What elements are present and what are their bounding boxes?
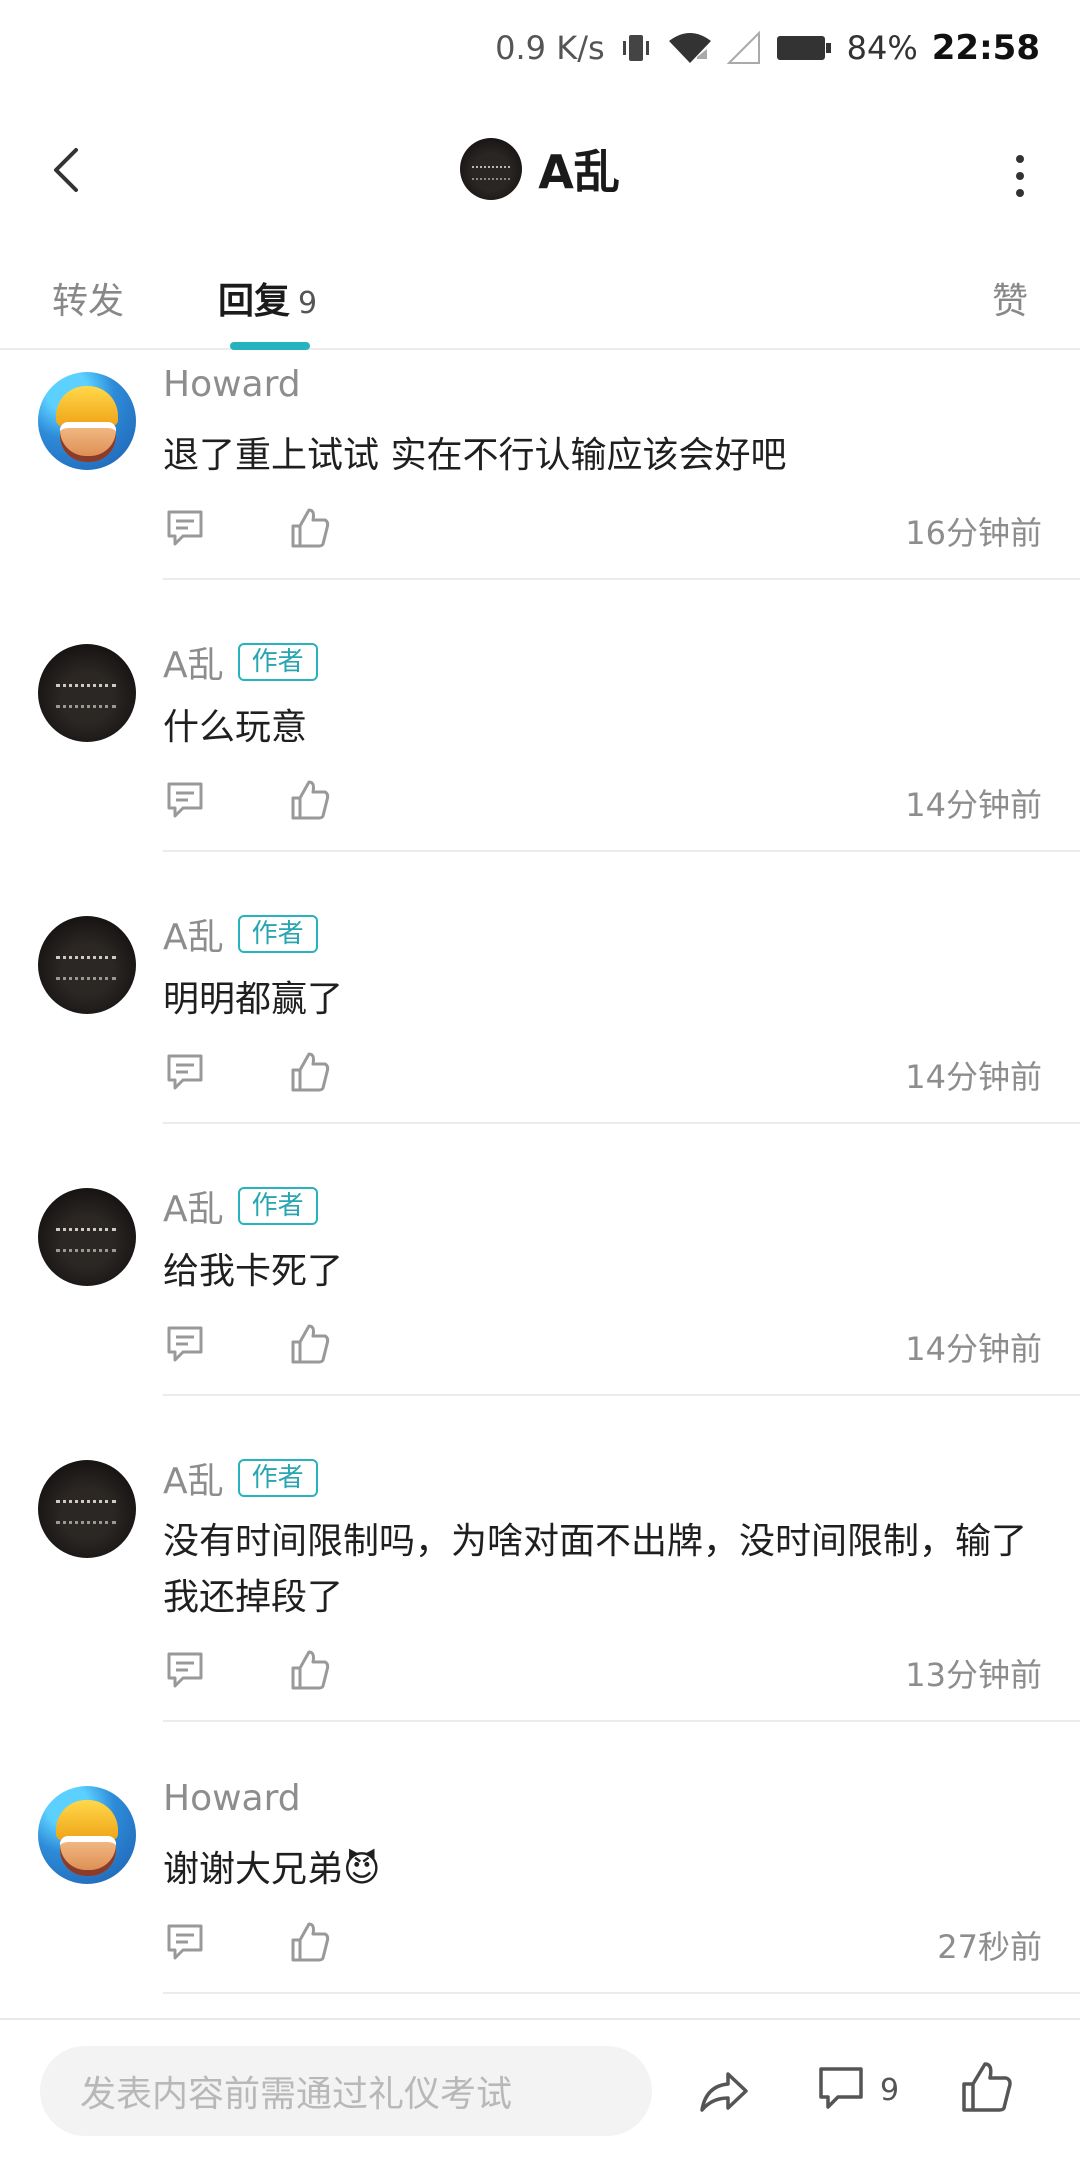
author-badge: 作者: [237, 643, 318, 681]
comment-author-line: A乱 作者: [163, 636, 318, 688]
comment-text: 谢谢大兄弟😈: [163, 1849, 381, 1890]
thumbs-up-icon[interactable]: [287, 1050, 335, 1098]
comment-author-line: Howard: [163, 1778, 301, 1819]
share-icon[interactable]: [696, 2064, 752, 2120]
comment-author-name[interactable]: A乱: [163, 1452, 224, 1504]
comment-time: 14分钟前: [905, 1330, 1042, 1368]
clock: 22:58: [931, 28, 1040, 68]
divider: [163, 1992, 1080, 1994]
header: A乱: [0, 110, 1080, 230]
bottom-bar: 发表内容前需通过礼仪考试 9: [0, 2018, 1080, 2160]
battery-level: 84%: [846, 29, 918, 67]
battery-icon: [775, 33, 833, 63]
tab-reply-label: 回复: [218, 281, 291, 322]
page-title: A乱: [538, 145, 620, 199]
tab-active-indicator: [230, 342, 310, 350]
comment-author-name[interactable]: Howard: [163, 1778, 301, 1819]
comment-text: 没有时间限制吗，为啥对面不出牌，没时间限制，输了我还掉段了: [163, 1521, 1028, 1618]
thumbs-up-icon[interactable]: [287, 1648, 335, 1696]
reply-icon[interactable]: [163, 1920, 211, 1968]
comment-time: 16分钟前: [905, 514, 1042, 552]
avatar[interactable]: [38, 372, 136, 470]
avatar[interactable]: [38, 916, 136, 1014]
avatar[interactable]: [38, 1786, 136, 1884]
author-badge: 作者: [237, 915, 318, 953]
comment-author-line: Howard: [163, 364, 301, 405]
thumbs-up-icon[interactable]: [287, 506, 335, 554]
status-bar: 0.9 K/s 84% 22:58: [0, 0, 1080, 96]
avatar[interactable]: [38, 1460, 136, 1558]
comment-time: 14分钟前: [905, 786, 1042, 824]
avatar[interactable]: [460, 138, 523, 200]
comment-author-line: A乱 作者: [163, 1452, 318, 1504]
comment-actions: 13分钟前: [163, 1648, 1042, 1696]
comment-author-line: A乱 作者: [163, 1180, 318, 1232]
network-speed: 0.9 K/s: [495, 29, 605, 67]
comment-item: Howard 退了重上试试 实在不行认输应该会好吧 16分钟前: [0, 352, 1080, 580]
comment-time: 27秒前: [937, 1928, 1042, 1966]
comment-actions: 14分钟前: [163, 1050, 1042, 1098]
avatar[interactable]: [38, 1188, 136, 1286]
comment-text: 退了重上试试 实在不行认输应该会好吧: [163, 435, 787, 476]
more-vertical-icon[interactable]: [1000, 146, 1040, 206]
comment-time: 13分钟前: [905, 1656, 1042, 1694]
comment-actions: 14分钟前: [163, 1322, 1042, 1370]
comment-author-name[interactable]: Howard: [163, 364, 301, 405]
comment-text: 什么玩意: [163, 707, 308, 748]
thumbs-up-icon[interactable]: [287, 778, 335, 826]
comment-time: 14分钟前: [905, 1058, 1042, 1096]
comment-item: A乱 作者 明明都赢了 14分钟前: [0, 852, 1080, 1124]
comment-list: Howard 退了重上试试 实在不行认输应该会好吧 16分钟前 A乱 作者 什么…: [0, 352, 1080, 1994]
comment-item: A乱 作者 没有时间限制吗，为啥对面不出牌，没时间限制，输了我还掉段了 13分钟…: [0, 1396, 1080, 1722]
reply-icon[interactable]: [163, 1050, 211, 1098]
comment-item: A乱 作者 什么玩意 14分钟前: [0, 580, 1080, 852]
comment-count-button[interactable]: 9: [816, 2060, 899, 2120]
comment-count: 9: [880, 2072, 900, 2108]
avatar[interactable]: [38, 644, 136, 742]
comment-icon: [816, 2063, 866, 2117]
reply-icon[interactable]: [163, 1322, 211, 1370]
tab-reply-count: 9: [298, 286, 318, 321]
wifi-icon: [667, 31, 713, 65]
comment-author-name[interactable]: A乱: [163, 908, 224, 960]
comment-actions: 14分钟前: [163, 778, 1042, 826]
comment-text: 明明都赢了: [163, 979, 344, 1020]
signal-icon: [726, 31, 761, 65]
thumbs-up-icon[interactable]: [287, 1322, 335, 1370]
reply-icon[interactable]: [163, 1648, 211, 1696]
thumbs-up-icon[interactable]: [958, 2060, 1014, 2116]
thumbs-up-icon[interactable]: [287, 1920, 335, 1968]
tab-bar: 转发 回复 9 赞: [0, 250, 1080, 350]
tab-like[interactable]: 赞: [992, 272, 1028, 324]
author-badge: 作者: [237, 1459, 318, 1497]
comment-item: A乱 作者 给我卡死了 14分钟前: [0, 1124, 1080, 1396]
comment-author-line: A乱 作者: [163, 908, 318, 960]
reply-icon[interactable]: [163, 778, 211, 826]
tab-reply[interactable]: 回复 9: [218, 272, 317, 324]
comment-author-name[interactable]: A乱: [163, 1180, 224, 1232]
header-title-group: A乱: [0, 134, 1080, 204]
comment-actions: 16分钟前: [163, 506, 1042, 554]
tab-forward[interactable]: 转发: [52, 272, 124, 324]
comment-text: 给我卡死了: [163, 1251, 344, 1292]
comment-author-name[interactable]: A乱: [163, 636, 224, 688]
reply-icon[interactable]: [163, 506, 211, 554]
comment-actions: 27秒前: [163, 1920, 1042, 1968]
comment-item: Howard 谢谢大兄弟😈 27秒前: [0, 1722, 1080, 1994]
author-badge: 作者: [237, 1187, 318, 1225]
vibrate-icon: [619, 31, 653, 65]
compose-input[interactable]: 发表内容前需通过礼仪考试: [40, 2046, 652, 2136]
